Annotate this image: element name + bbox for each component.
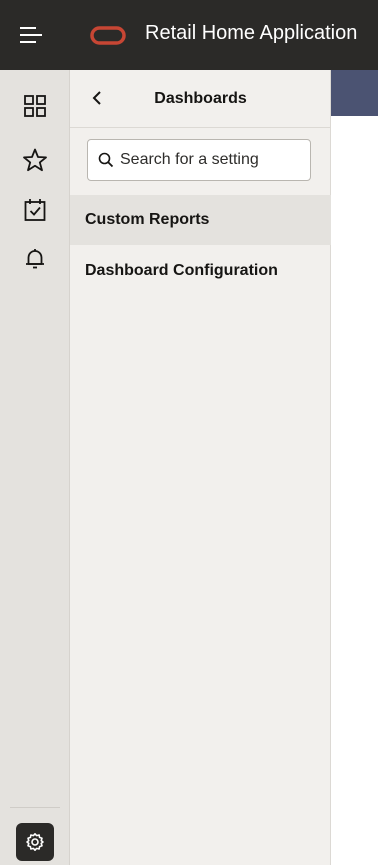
bell-icon[interactable] [22,246,48,272]
content-header-strip [331,70,378,116]
rail-divider [10,807,60,808]
nav-item-dashboard-configuration[interactable]: Dashboard Configuration [70,246,331,296]
nav-item-label: Custom Reports [85,211,210,228]
calendar-check-icon[interactable] [22,197,48,223]
oracle-logo [90,26,126,45]
star-icon[interactable] [22,147,48,173]
nav-item-label: Dashboard Configuration [85,262,278,279]
navigation-rail [0,70,70,865]
settings-button[interactable] [16,823,54,861]
app-title: Retail Home Application [145,22,358,44]
settings-panel: Dashboards Custom Reports Dashboard Conf… [70,70,331,865]
search-field[interactable] [87,139,311,181]
panel-header: Dashboards [70,70,331,128]
nav-item-custom-reports[interactable]: Custom Reports [70,195,331,245]
top-bar: Retail Home Application [0,0,378,70]
search-icon [98,152,114,168]
gear-icon [26,833,44,851]
panel-title: Dashboards [154,90,247,107]
hamburger-icon[interactable] [20,26,42,44]
dashboard-grid-icon[interactable] [22,93,48,119]
search-input[interactable] [120,149,304,171]
